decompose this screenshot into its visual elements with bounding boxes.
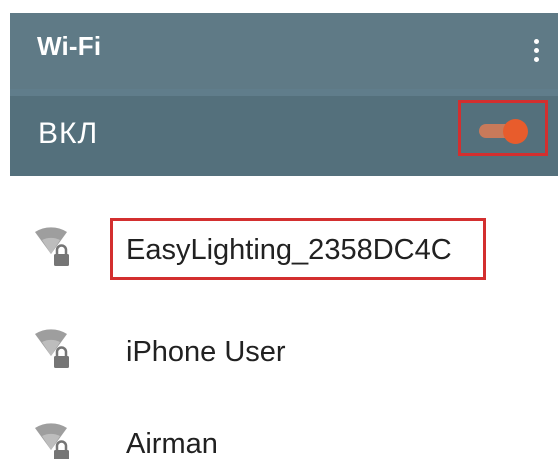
wifi-locked-icon (35, 329, 69, 368)
more-vert-icon (533, 38, 539, 44)
wifi-locked-icon (35, 423, 69, 459)
wifi-locked-icon (35, 227, 69, 266)
title-bar: Wi-Fi (10, 13, 558, 89)
wifi-settings-screen: Wi-Fi ВКЛ EasyLighting_2358DC4C iPhone U… (0, 0, 558, 459)
network-item[interactable]: iPhone User (0, 316, 558, 386)
wifi-switch-bar[interactable]: ВКЛ (10, 96, 558, 176)
network-name: iPhone User (126, 336, 286, 368)
network-highlight-frame (110, 218, 486, 280)
network-item[interactable]: Airman (0, 410, 558, 459)
app-bar: Wi-Fi ВКЛ (10, 13, 558, 176)
more-vert-icon-dot (533, 56, 539, 62)
wifi-switch-label: ВКЛ (38, 117, 99, 150)
network-name: Airman (126, 428, 218, 459)
more-options-button[interactable] (514, 27, 558, 73)
toggle-highlight-frame (458, 100, 548, 156)
wifi-toggle-switch[interactable] (479, 119, 531, 144)
toggle-thumb (503, 119, 528, 144)
page-title: Wi-Fi (37, 31, 102, 61)
more-vert-icon-dot (533, 47, 539, 53)
